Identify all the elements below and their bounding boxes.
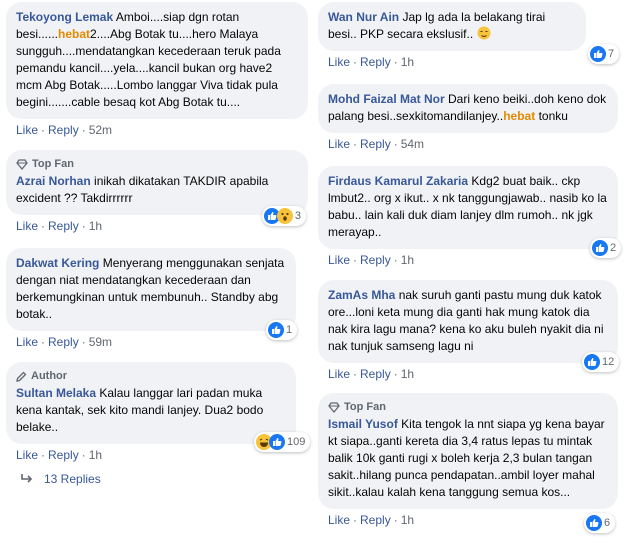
- comment-text-cont: tonku: [535, 109, 568, 123]
- comment-actions: Like · Reply · 59m: [16, 335, 113, 349]
- comment: ZamAs Mha nak suruh ganti pastu mung duk…: [318, 280, 620, 381]
- reaction-count: 1: [286, 324, 293, 336]
- reply-link[interactable]: Reply: [360, 253, 391, 267]
- hashtag-highlight[interactable]: hebat: [58, 27, 90, 41]
- timestamp[interactable]: 54m: [401, 137, 424, 151]
- top-fan-badge: Top Fan: [16, 157, 298, 171]
- diamond-icon: [16, 158, 28, 170]
- reply-link[interactable]: Reply: [360, 137, 391, 151]
- comment-author[interactable]: ZamAs Mha: [328, 288, 395, 302]
- comment-actions: Like · Reply · 52m: [16, 123, 113, 137]
- comment: Dakwat Kering Menyerang menggunakan senj…: [6, 248, 312, 349]
- comment: Author Sultan Melaka Kalau langgar lari …: [6, 362, 312, 462]
- like-link[interactable]: Like: [328, 253, 350, 267]
- reply-link[interactable]: Reply: [48, 123, 79, 137]
- comment: Top Fan Ismail Yusof Kita tengok la nnt …: [318, 393, 618, 533]
- comment-author[interactable]: Wan Nur Ain: [328, 10, 399, 24]
- timestamp[interactable]: 59m: [89, 335, 112, 349]
- comment-bubble: Top Fan Azrai Norhan inikah dikatakan TA…: [6, 150, 308, 215]
- like-link[interactable]: Like: [16, 219, 38, 233]
- reaction-summary[interactable]: 12: [582, 352, 620, 372]
- comment-author[interactable]: Tekoyong Lemak: [16, 10, 113, 24]
- comment-actions: Like · Reply · 1h: [328, 253, 415, 267]
- reply-link[interactable]: Reply: [48, 448, 79, 462]
- timestamp[interactable]: 1h: [89, 448, 102, 462]
- timestamp[interactable]: 1h: [89, 219, 102, 233]
- timestamp[interactable]: 1h: [401, 253, 414, 267]
- comment-bubble: Dakwat Kering Menyerang menggunakan senj…: [6, 248, 296, 331]
- comment-author[interactable]: Mohd Faizal Mat Nor: [328, 92, 445, 106]
- comment-bubble: Top Fan Ismail Yusof Kita tengok la nnt …: [318, 393, 618, 509]
- like-reaction-icon: [268, 322, 284, 338]
- like-reaction-icon: [592, 240, 608, 256]
- timestamp[interactable]: 1h: [401, 55, 414, 69]
- view-replies-link[interactable]: 13 Replies: [20, 472, 101, 486]
- reply-link[interactable]: Reply: [360, 513, 391, 527]
- reaction-summary[interactable]: 109: [254, 432, 311, 452]
- comment: Firdaus Kamarul Zakaria Kdg2 buat baik..…: [318, 166, 622, 267]
- comment: Wan Nur Ain Jap lg ada la belakang tirai…: [318, 2, 620, 69]
- like-link[interactable]: Like: [16, 335, 38, 349]
- reaction-count: 3: [294, 210, 301, 222]
- comment-author[interactable]: Azrai Norhan: [16, 174, 91, 188]
- reaction-count: 7: [608, 48, 615, 60]
- reaction-summary[interactable]: 2: [590, 238, 622, 258]
- like-link[interactable]: Like: [16, 123, 38, 137]
- tongue-face-emoji-icon: [477, 26, 491, 40]
- comment-actions: Like · Reply · 54m: [328, 137, 425, 151]
- comment-author[interactable]: Sultan Melaka: [16, 386, 96, 400]
- comment-bubble: Wan Nur Ain Jap lg ada la belakang tirai…: [318, 2, 586, 51]
- author-badge: Author: [16, 369, 286, 383]
- comment-bubble: Mohd Faizal Mat Nor Dari keno beiki..doh…: [318, 84, 618, 133]
- reaction-summary[interactable]: 1: [266, 320, 298, 340]
- reply-link[interactable]: Reply: [360, 55, 391, 69]
- comment-actions: Like · Reply · 1h: [328, 367, 415, 381]
- like-link[interactable]: Like: [328, 513, 350, 527]
- reaction-summary[interactable]: 6: [584, 513, 616, 533]
- comment-bubble: Tekoyong Lemak Amboi....siap dgn rotan b…: [6, 2, 308, 119]
- like-link[interactable]: Like: [16, 448, 38, 462]
- wow-reaction-icon: [276, 208, 293, 224]
- comment-actions: Like · Reply · 1h: [328, 55, 415, 69]
- reply-link[interactable]: Reply: [360, 367, 391, 381]
- comment: Tekoyong Lemak Amboi....siap dgn rotan b…: [6, 2, 308, 137]
- like-link[interactable]: Like: [328, 367, 350, 381]
- comment-author[interactable]: Firdaus Kamarul Zakaria: [328, 174, 468, 188]
- like-reaction-icon: [586, 515, 602, 531]
- timestamp[interactable]: 1h: [401, 367, 414, 381]
- reaction-summary[interactable]: 3: [261, 206, 306, 226]
- reply-arrow-icon: [21, 474, 33, 483]
- reaction-count: 2: [610, 242, 617, 254]
- like-reaction-icon: [269, 434, 285, 450]
- comment: Mohd Faizal Mat Nor Dari keno beiki..doh…: [318, 84, 618, 151]
- hashtag-highlight[interactable]: hebat: [503, 109, 535, 123]
- pencil-icon: [16, 371, 27, 382]
- diamond-icon: [328, 401, 340, 413]
- timestamp[interactable]: 52m: [89, 123, 112, 137]
- reply-link[interactable]: Reply: [48, 219, 79, 233]
- like-link[interactable]: Like: [328, 137, 350, 151]
- comment: Top Fan Azrai Norhan inikah dikatakan TA…: [6, 150, 308, 233]
- like-link[interactable]: Like: [328, 55, 350, 69]
- comment-actions: Like · Reply · 1h: [328, 513, 415, 527]
- reaction-count: 109: [287, 436, 306, 448]
- top-fan-badge: Top Fan: [328, 400, 608, 414]
- comment-bubble: Author Sultan Melaka Kalau langgar lari …: [6, 362, 296, 444]
- timestamp[interactable]: 1h: [401, 513, 414, 527]
- like-reaction-icon: [590, 46, 606, 62]
- reaction-summary[interactable]: 7: [588, 44, 620, 64]
- like-reaction-icon: [584, 354, 600, 370]
- comment-bubble: ZamAs Mha nak suruh ganti pastu mung duk…: [318, 280, 618, 363]
- comment-author[interactable]: Dakwat Kering: [16, 256, 99, 270]
- comment-author[interactable]: Ismail Yusof: [328, 417, 398, 431]
- reaction-count: 12: [602, 356, 615, 368]
- reaction-count: 6: [604, 517, 611, 529]
- comment-bubble: Firdaus Kamarul Zakaria Kdg2 buat baik..…: [318, 166, 618, 249]
- reply-link[interactable]: Reply: [48, 335, 79, 349]
